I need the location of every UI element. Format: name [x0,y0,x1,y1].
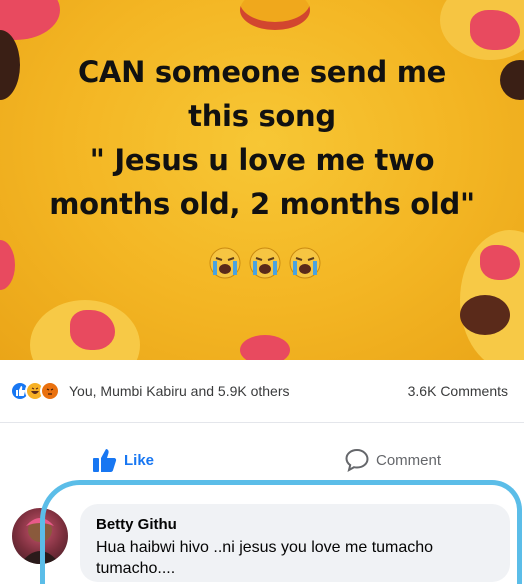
comment-text: Hua haibwi hivo ..ni jesus you love me t… [96,539,434,577]
like-button[interactable]: Like [92,447,154,473]
comment-author[interactable]: Betty Githu [96,516,494,533]
decorative-emoji [70,310,115,350]
post-caption: CAN someone send me this song " Jesus u … [20,50,504,226]
like-label: Like [124,451,155,469]
reactions-summary[interactable]: You, Mumbi Kabiru and 5.9K others 3.6K C… [0,360,524,422]
caption-line: months old, 2 months old" [49,187,475,221]
decorative-emoji [240,335,290,360]
decorative-emoji [240,0,310,30]
crying-face-icon [249,247,281,279]
decorative-emoji [470,10,520,50]
post-image[interactable]: CAN someone send me this song " Jesus u … [0,0,524,360]
comment-item: Betty Githu Hua haibwi hivo ..ni jesus y… [0,496,524,584]
avatar[interactable] [12,508,68,564]
avatar-image [20,518,60,564]
comment-label: Comment [376,451,442,469]
crying-face-icon [289,247,321,279]
caption-line: CAN someone send me [77,55,447,89]
crying-face-icon [209,247,241,279]
reaction-names[interactable]: You, Mumbi Kabiru and 5.9K others [69,383,290,399]
angry-reaction-icon [40,381,60,401]
caption-line: " Jesus u love me two [89,143,435,177]
decorative-emoji [0,240,15,290]
caption-line: this song [188,99,336,133]
thumbs-up-icon [93,449,117,472]
decorative-emoji [0,30,20,100]
crying-emoji-row [190,246,340,286]
post-action-bar: Like Comment [0,422,524,496]
decorative-emoji [480,245,520,280]
comment-bubble[interactable]: Betty Githu Hua haibwi hivo ..ni jesus y… [80,504,510,582]
reaction-icons[interactable] [10,381,60,401]
decorative-emoji [460,295,510,335]
comments-count[interactable]: 3.6K Comments [408,383,508,399]
comment-button[interactable]: Comment [344,447,441,473]
comment-icon [345,448,369,472]
